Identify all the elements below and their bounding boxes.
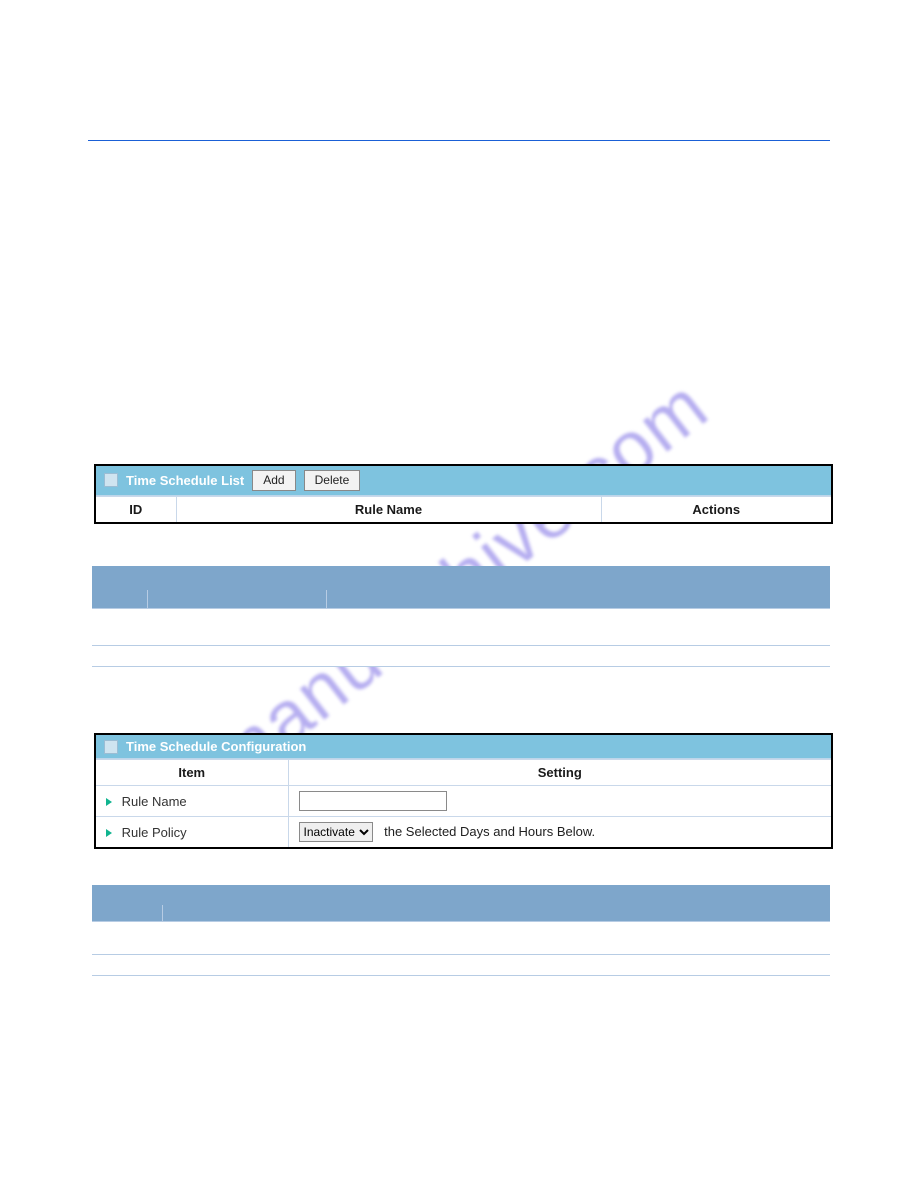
panel-title-bar: Time Schedule List Add Delete: [96, 466, 831, 496]
top-divider: [88, 140, 830, 141]
spacer-row: [92, 608, 830, 631]
rule-name-input[interactable]: [299, 791, 447, 811]
delete-button[interactable]: Delete: [304, 470, 361, 491]
spacer-block-2: [92, 885, 830, 976]
config-table: Item Setting Rule Name Rule Policy: [96, 759, 831, 847]
rule-policy-label: Rule Policy: [122, 825, 187, 840]
spacer-row: [92, 954, 830, 976]
spacer-sep: [162, 905, 163, 921]
time-schedule-config-panel: Time Schedule Configuration Item Setting…: [94, 733, 833, 849]
rule-name-label: Rule Name: [122, 794, 187, 809]
rule-policy-suffix: the Selected Days and Hours Below.: [384, 824, 595, 839]
spacer-sep: [147, 590, 148, 608]
caret-icon: [106, 829, 112, 837]
spacer-band: [92, 566, 830, 608]
col-item: Item: [96, 760, 288, 786]
caret-icon: [106, 798, 112, 806]
spacer-row: [92, 645, 830, 667]
spacer-band: [92, 885, 830, 921]
add-button[interactable]: Add: [252, 470, 295, 491]
spacer-row: [92, 921, 830, 944]
col-id: ID: [96, 496, 176, 522]
spacer-gap: [92, 944, 830, 954]
col-actions: Actions: [601, 496, 831, 522]
panel-icon: [104, 473, 118, 487]
panel-title: Time Schedule Configuration: [126, 739, 306, 754]
spacer-sep: [326, 590, 327, 608]
panel-title: Time Schedule List: [126, 473, 244, 488]
col-rule-name: Rule Name: [176, 496, 601, 522]
col-setting: Setting: [288, 760, 831, 786]
row-rule-name: Rule Name: [96, 786, 831, 817]
rule-policy-select[interactable]: Inactivate: [299, 822, 373, 842]
panel-icon: [104, 740, 118, 754]
panel-title-bar: Time Schedule Configuration: [96, 735, 831, 759]
schedule-list-table: ID Rule Name Actions: [96, 496, 831, 522]
spacer-gap: [92, 631, 830, 645]
row-rule-policy: Rule Policy Inactivate the Selected Days…: [96, 817, 831, 848]
time-schedule-list-panel: Time Schedule List Add Delete ID Rule Na…: [94, 464, 833, 524]
spacer-block-1: [92, 566, 830, 667]
